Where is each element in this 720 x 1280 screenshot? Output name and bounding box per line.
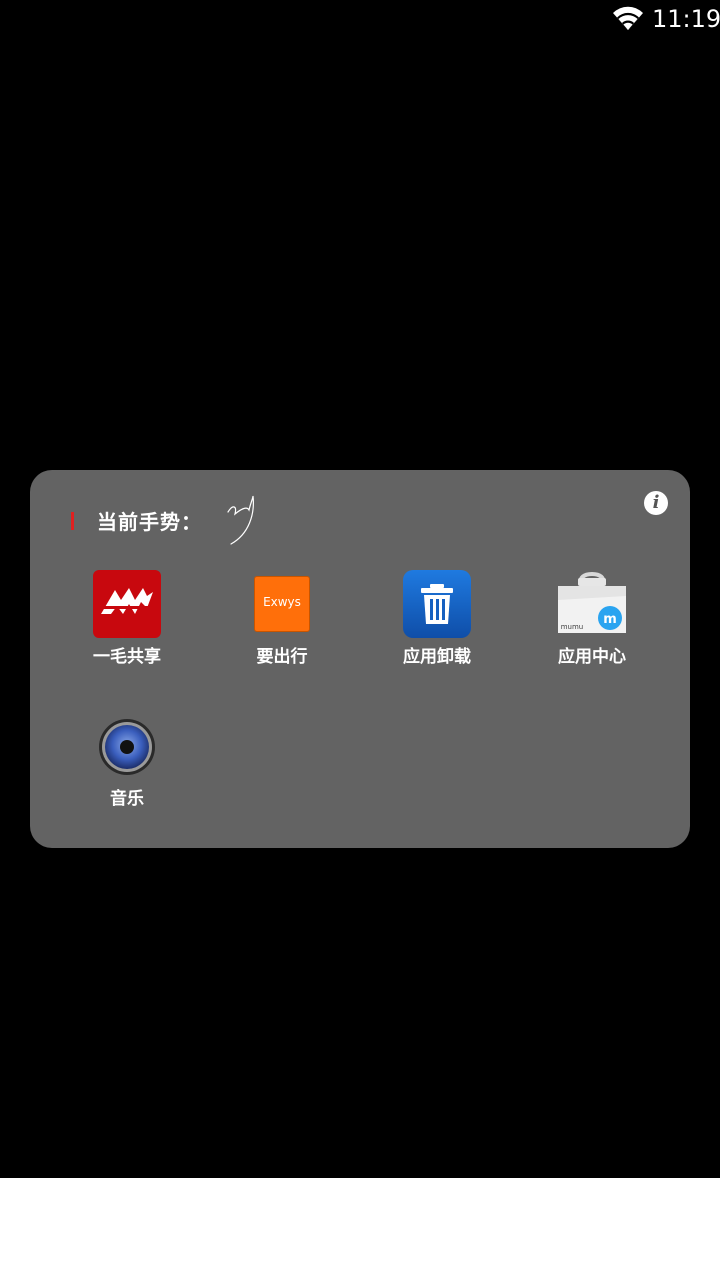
yaochuxing-icon: Exwys xyxy=(254,576,310,632)
screen: 11:19 当前手势： i 一毛共享 Exwys 要出行 应用卸载 m mumu… xyxy=(0,0,720,1280)
yimao-gongxiang-icon xyxy=(93,570,161,638)
status-bar: 11:19 xyxy=(0,0,720,38)
app-music[interactable]: 音乐 xyxy=(62,714,192,810)
trash-icon xyxy=(403,570,471,638)
app-label: 要出行 xyxy=(256,647,308,667)
app-center-bag-icon: m mumu xyxy=(558,570,626,638)
red-indicator xyxy=(71,512,74,530)
current-gesture-label: 当前手势： xyxy=(97,510,202,534)
status-time: 11:19 xyxy=(652,5,720,33)
app-center-icon-text: mumu xyxy=(561,623,584,631)
speaker-icon xyxy=(98,718,156,776)
app-label: 应用中心 xyxy=(558,647,626,667)
app-yaochuxing[interactable]: Exwys 要出行 xyxy=(217,570,347,668)
bottom-area xyxy=(0,1178,720,1280)
app-uninstall[interactable]: 应用卸载 xyxy=(372,570,502,668)
app-label: 应用卸载 xyxy=(403,647,471,667)
wifi-icon xyxy=(613,6,643,31)
app-label: 一毛共享 xyxy=(93,647,161,667)
gesture-stroke-drawing xyxy=(227,495,254,545)
gesture-panel: 当前手势： i 一毛共享 Exwys 要出行 应用卸载 m mumu 应用中心 … xyxy=(30,470,690,848)
svg-text:m: m xyxy=(603,612,617,627)
yaochuxing-icon-text: Exwys xyxy=(263,595,301,609)
info-icon[interactable]: i xyxy=(644,491,668,515)
app-label: 音乐 xyxy=(110,789,144,809)
app-yimao-gongxiang[interactable]: 一毛共享 xyxy=(62,570,192,668)
app-center[interactable]: m mumu 应用中心 xyxy=(527,570,657,668)
